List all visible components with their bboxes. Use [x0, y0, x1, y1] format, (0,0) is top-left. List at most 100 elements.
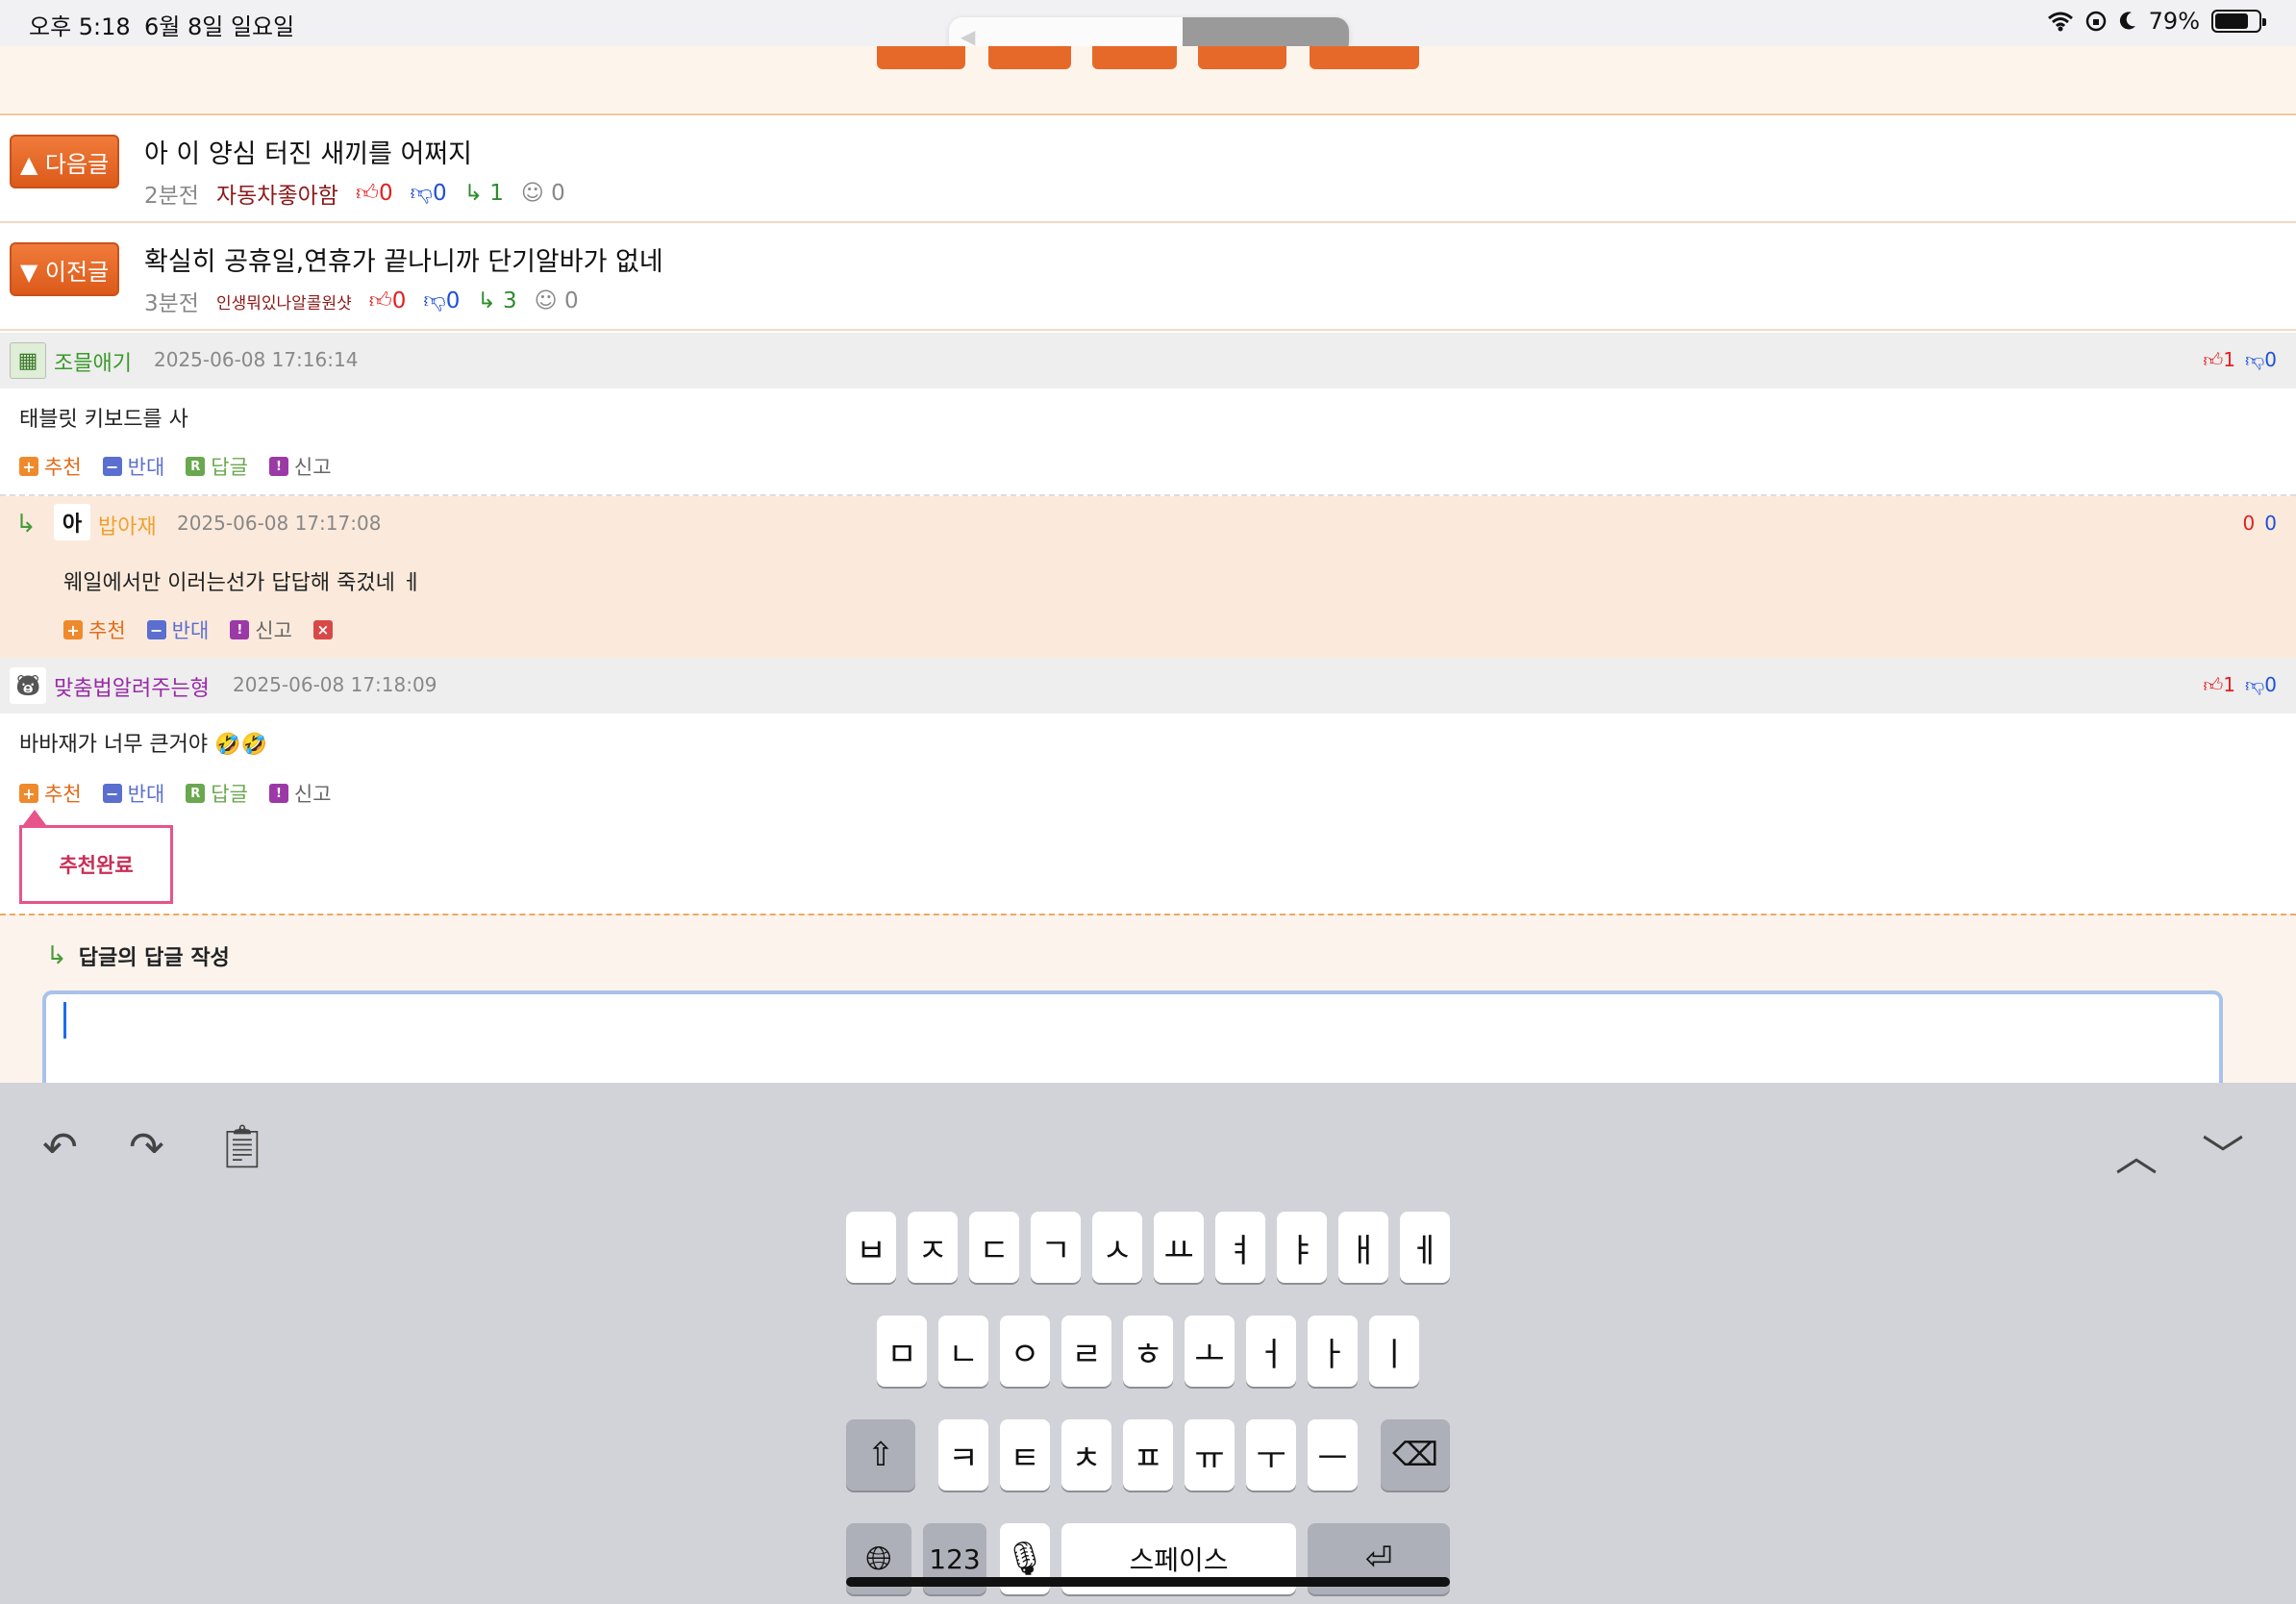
key[interactable]: ㅇ: [1000, 1316, 1050, 1387]
comment-author[interactable]: 맞춤법알려주는형: [54, 671, 210, 702]
key[interactable]: ㅑ: [1277, 1212, 1327, 1283]
avatar[interactable]: ▦: [10, 342, 46, 379]
key[interactable]: ㅈ: [908, 1212, 958, 1283]
thumbs-up-icon: 👍︎: [355, 180, 379, 206]
report-button[interactable]: ! 신고: [268, 452, 332, 481]
oppose-button[interactable]: − 반대: [102, 452, 164, 481]
key[interactable]: ㅔ: [1400, 1212, 1450, 1283]
plus-icon: +: [19, 457, 38, 476]
avatar[interactable]: 🐻︎: [10, 667, 46, 704]
key[interactable]: ㅓ: [1246, 1316, 1296, 1387]
post-author[interactable]: 자동차좋아함: [216, 177, 338, 210]
reply-textarea[interactable]: [42, 990, 2223, 1096]
plus-icon: +: [19, 784, 38, 803]
comment-actions: + 추천 − 반대 ! 신고 ×: [63, 615, 333, 644]
key[interactable]: ㅜ: [1246, 1419, 1296, 1491]
warning-icon: !: [268, 457, 288, 476]
next-post-row[interactable]: ▲ 다음글 아 이 양심 터진 새끼를 어쩌지 2분전 자동차좋아함 👍︎0 👎…: [0, 115, 2296, 223]
report-button[interactable]: ! 신고: [268, 779, 332, 808]
battery-level: [2215, 13, 2248, 29]
prev-post-title[interactable]: 확실히 공휴일,연휴가 끝나니까 단기알바가 없네: [144, 240, 663, 278]
recommend-button[interactable]: + 추천: [63, 615, 126, 644]
orientation-lock-icon: [2085, 11, 2106, 32]
key[interactable]: ㅣ: [1369, 1316, 1419, 1387]
thumbs-up-icon: 👍︎: [2203, 348, 2224, 371]
post-time: 2분전: [144, 184, 199, 209]
key[interactable]: ㄹ: [1061, 1316, 1111, 1387]
comment-author[interactable]: 밥아재: [98, 510, 157, 540]
key[interactable]: ㅋ: [938, 1419, 988, 1491]
key[interactable]: ㄱ: [1031, 1212, 1081, 1283]
thumbs-up-icon: 👍︎: [2203, 673, 2224, 696]
key[interactable]: ㅡ: [1308, 1419, 1358, 1491]
text-caret: [63, 1002, 66, 1039]
backspace-icon: ⌫: [1391, 1436, 1439, 1474]
next-post-meta: 2분전 자동차좋아함 👍︎0 👎︎0 ↳ 1 ☺ 0: [144, 177, 565, 210]
comment-votes: 👍︎1 👎︎0: [2203, 348, 2277, 371]
prev-post-row[interactable]: ▼ 이전글 확실히 공휴일,연휴가 끝나니까 단기알바가 없네 3분전 인생뭐있…: [0, 223, 2296, 331]
post-author[interactable]: 인생뭐있나알콜원샷: [216, 289, 352, 313]
smiley-icon: ☺: [534, 288, 558, 313]
reply-button[interactable]: R 답글: [186, 779, 248, 808]
comment-text: 바바재가 너무 큰거야 🤣🤣: [19, 733, 267, 757]
comment-text: 태블릿 키보드를 사: [19, 408, 188, 432]
undo-icon[interactable]: ↶: [42, 1123, 78, 1172]
status-time: 오후 5:18: [29, 13, 131, 40]
thumbs-down-count: 👎︎0: [410, 180, 447, 206]
key[interactable]: ㄷ: [969, 1212, 1019, 1283]
chevron-up-icon[interactable]: ︿: [2115, 1121, 2158, 1183]
reply-write-title: ↳ 답글의 답글 작성: [46, 941, 230, 970]
plus-icon: +: [63, 620, 83, 639]
key[interactable]: ㅏ: [1308, 1316, 1358, 1387]
recommend-button[interactable]: + 추천: [19, 779, 82, 808]
key[interactable]: ㅊ: [1061, 1419, 1111, 1491]
key[interactable]: ㅕ: [1215, 1212, 1265, 1283]
close-icon: ×: [312, 620, 333, 639]
key[interactable]: ㅂ: [846, 1212, 896, 1283]
key[interactable]: ㅌ: [1000, 1419, 1050, 1491]
thumbs-up-icon: 👍︎: [368, 288, 392, 313]
recommend-button[interactable]: + 추천: [19, 452, 82, 481]
next-post-button[interactable]: ▲ 다음글: [10, 135, 119, 188]
smiley-icon: ☺: [520, 181, 544, 206]
redo-icon[interactable]: ↷: [129, 1123, 164, 1172]
delete-button[interactable]: ×: [312, 620, 333, 639]
comment-date: 2025-06-08 17:18:09: [233, 673, 437, 696]
reply-arrow-icon: ↳: [477, 288, 496, 313]
comment-date: 2025-06-08 17:16:14: [154, 348, 359, 371]
reply-comment: ↳ 아 밥아재 2025-06-08 17:17:08 0 0 웨일에서만 이러…: [0, 496, 2296, 658]
category-tab[interactable]: [1092, 46, 1177, 69]
key[interactable]: ㅎ: [1123, 1316, 1173, 1387]
key[interactable]: ㅗ: [1185, 1316, 1235, 1387]
category-tab[interactable]: [988, 46, 1071, 69]
category-tab[interactable]: [1198, 46, 1286, 69]
paste-icon[interactable]: 📋︎: [215, 1121, 269, 1171]
backspace-key[interactable]: ⌫: [1381, 1419, 1450, 1491]
category-tab[interactable]: [1310, 46, 1419, 69]
next-post-title[interactable]: 아 이 양심 터진 새끼를 어쩌지: [144, 133, 472, 170]
comment-date: 2025-06-08 17:17:08: [177, 512, 382, 535]
comment-actions: + 추천 − 반대 R 답글 ! 신고: [19, 779, 332, 808]
key[interactable]: ㅐ: [1338, 1212, 1388, 1283]
avatar[interactable]: 아: [54, 504, 90, 540]
key[interactable]: ㅁ: [877, 1316, 927, 1387]
popup-arrow: [23, 810, 46, 825]
key[interactable]: ㅠ: [1185, 1419, 1235, 1491]
comment-author[interactable]: 조믈애기: [54, 346, 132, 377]
minus-icon: −: [146, 620, 166, 639]
key[interactable]: ㄴ: [938, 1316, 988, 1387]
reply-arrow-icon: ↳: [15, 510, 37, 539]
oppose-button[interactable]: − 반대: [102, 779, 164, 808]
reply-button[interactable]: R 답글: [186, 452, 248, 481]
category-tab[interactable]: [877, 46, 965, 69]
post-time: 3분전: [144, 291, 199, 316]
key[interactable]: ㅅ: [1092, 1212, 1142, 1283]
oppose-button[interactable]: − 반대: [146, 615, 209, 644]
chevron-down-icon[interactable]: ﹀: [2202, 1121, 2244, 1183]
shift-key[interactable]: ⇧: [846, 1419, 915, 1491]
report-button[interactable]: ! 신고: [230, 615, 292, 644]
reply-arrow-icon: ↳: [463, 181, 483, 206]
key[interactable]: ㅍ: [1123, 1419, 1173, 1491]
key[interactable]: ㅛ: [1154, 1212, 1204, 1283]
prev-post-button[interactable]: ▼ 이전글: [10, 242, 119, 296]
